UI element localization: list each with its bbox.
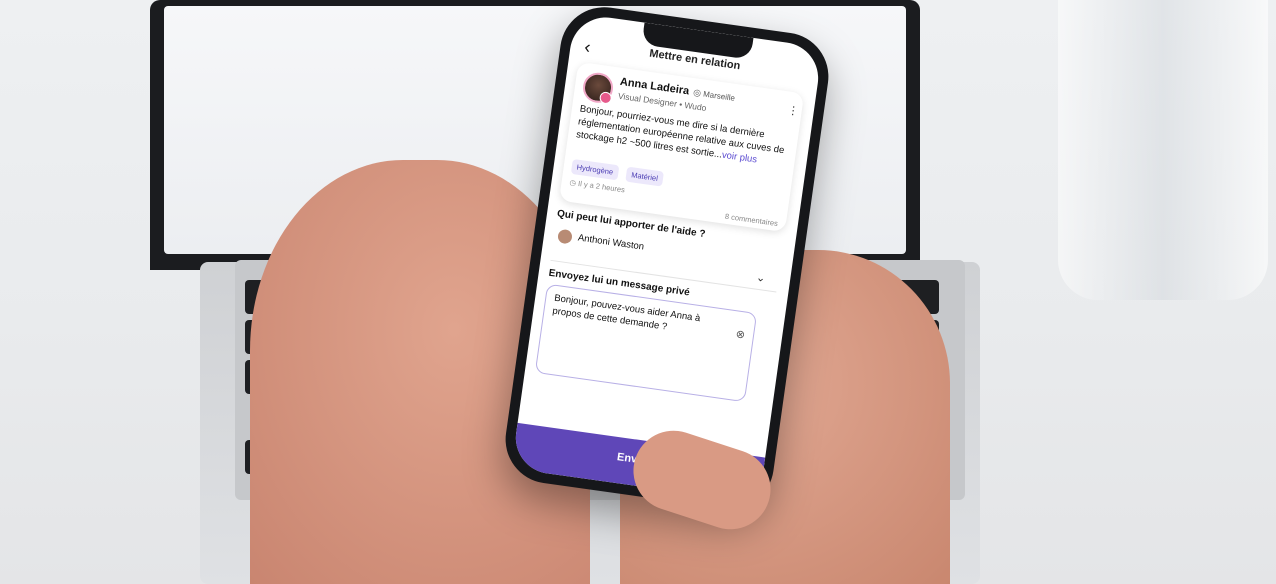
clear-circle-icon[interactable]: ⊗ xyxy=(735,327,746,341)
question-text: Bonjour, pourriez-vous me dire si la der… xyxy=(575,103,785,161)
tag-hydrogene[interactable]: Hydrogène xyxy=(570,158,620,181)
badge-icon xyxy=(598,91,613,105)
author-location: Marseille xyxy=(702,89,736,103)
message-textarea[interactable]: Bonjour, pouvez-vous aider Anna à propos… xyxy=(534,283,758,403)
water-glass xyxy=(1058,0,1268,300)
voir-plus-link[interactable]: voir plus xyxy=(721,150,758,166)
post-card[interactable]: Anna Ladeira ◎ Marseille Visual Designer… xyxy=(558,61,805,233)
chevron-down-icon[interactable]: ⌄ xyxy=(755,271,766,285)
more-vertical-icon[interactable]: ⋮ xyxy=(787,103,800,117)
helper-avatar xyxy=(557,228,573,245)
location-pin-icon: ◎ xyxy=(692,87,702,99)
time-text: Il y a 2 heures xyxy=(577,178,626,195)
helper-name: Anthoni Waston xyxy=(577,232,645,253)
message-text: Bonjour, pouvez-vous aider Anna à propos… xyxy=(551,292,701,333)
comment-count[interactable]: 8 commentaires xyxy=(724,212,778,228)
tag-materiel[interactable]: Matériel xyxy=(625,166,664,187)
phone-screen: ‹ Mettre en relation Anna Ladeira ◎ Mars… xyxy=(511,12,823,504)
